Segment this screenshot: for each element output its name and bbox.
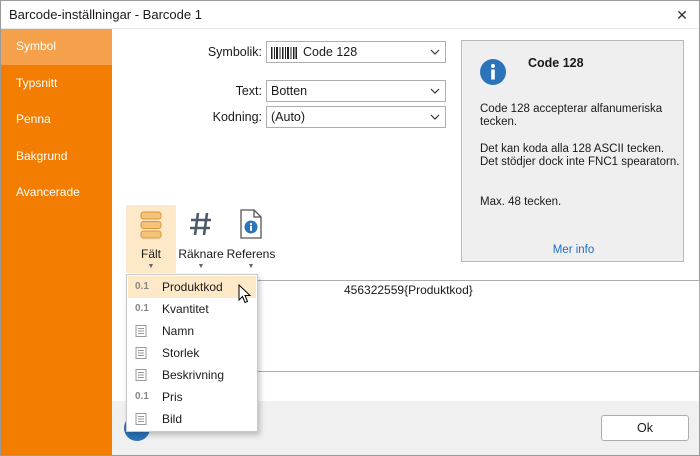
chevron-down-icon: [430, 114, 440, 120]
menu-item-name[interactable]: Namn: [128, 320, 256, 342]
symbology-label: Symbolik:: [207, 45, 262, 59]
info-description: Code 128 accepterar alfanumeriska tecken…: [480, 103, 663, 128]
reference-button-label: Referens: [226, 247, 276, 261]
menu-item-product-code[interactable]: 0.1 Produktkod: [128, 276, 256, 298]
encoding-label: Kodning:: [212, 110, 262, 124]
window-title: Barcode-inställningar - Barcode 1: [9, 7, 202, 22]
document-info-icon: [240, 209, 262, 239]
numeric-field-icon: 0.1: [135, 303, 149, 314]
numeric-field-icon: 0.1: [135, 391, 149, 402]
info-ascii-note: Det kan koda alla 128 ASCII tecken. Det …: [480, 143, 680, 168]
barcode-text-value: 456322559{Produktkod}: [344, 283, 473, 297]
text-field-icon: [135, 325, 147, 337]
ok-button[interactable]: Ok: [601, 415, 689, 441]
text-position-value: Botten: [271, 84, 308, 98]
database-icon: [140, 211, 162, 239]
menu-item-description[interactable]: Beskrivning: [128, 364, 256, 386]
sidebar-item-advanced[interactable]: Avancerade: [1, 175, 112, 211]
sidebar-item-pen[interactable]: Penna: [1, 102, 112, 138]
text-position-select[interactable]: Botten: [266, 80, 446, 102]
counter-button-label: Räknare: [178, 247, 224, 261]
sidebar-item-symbol[interactable]: Symbol: [1, 29, 112, 65]
info-max-chars: Max. 48 tecken.: [480, 196, 562, 208]
reference-button[interactable]: Referens ▼: [226, 205, 276, 273]
title-bar: Barcode-inställningar - Barcode 1 ✕: [1, 1, 699, 29]
sidebar-item-font[interactable]: Typsnitt: [1, 66, 112, 102]
counter-button[interactable]: Räknare ▼: [178, 205, 224, 273]
dropdown-arrow-icon: ▼: [147, 263, 155, 270]
menu-item-size[interactable]: Storlek: [128, 342, 256, 364]
text-position-label: Text:: [235, 84, 262, 98]
symbology-info-panel: Code 128 Code 128 accepterar alfanumeris…: [461, 40, 684, 262]
menu-item-price[interactable]: 0.1 Pris: [128, 386, 256, 408]
mouse-cursor-icon: [238, 284, 252, 304]
field-button[interactable]: Fält ▼: [126, 205, 176, 273]
hash-icon: [190, 212, 211, 236]
field-button-label: Fält: [140, 247, 161, 261]
more-info-link[interactable]: Mer info: [462, 244, 685, 256]
barcode-text-input[interactable]: 456322559{Produktkod}: [255, 280, 700, 372]
text-field-icon: [135, 347, 147, 359]
text-field-icon: [135, 413, 147, 425]
chevron-down-icon: [430, 49, 440, 55]
dropdown-arrow-icon: ▼: [247, 263, 255, 270]
sidebar: Symbol Typsnitt Penna Bakgrund Avancerad…: [1, 29, 112, 455]
dialog-window: Barcode-inställningar - Barcode 1 ✕ Symb…: [0, 0, 700, 456]
close-button[interactable]: ✕: [671, 5, 693, 25]
text-field-icon: [135, 369, 147, 381]
menu-item-image[interactable]: Bild: [128, 408, 256, 430]
symbology-value: Code 128: [303, 45, 358, 59]
encoding-select[interactable]: (Auto): [266, 106, 446, 128]
info-title: Code 128: [528, 56, 584, 70]
dropdown-arrow-icon: ▼: [197, 263, 205, 270]
encoding-value: (Auto): [271, 110, 306, 124]
barcode-icon: [271, 46, 297, 59]
info-icon: [480, 59, 506, 85]
menu-item-quantity[interactable]: 0.1 Kvantitet: [128, 298, 256, 320]
symbology-select[interactable]: Code 128: [266, 41, 446, 63]
numeric-field-icon: 0.1: [135, 281, 149, 292]
chevron-down-icon: [430, 88, 440, 94]
sidebar-item-background[interactable]: Bakgrund: [1, 139, 112, 175]
